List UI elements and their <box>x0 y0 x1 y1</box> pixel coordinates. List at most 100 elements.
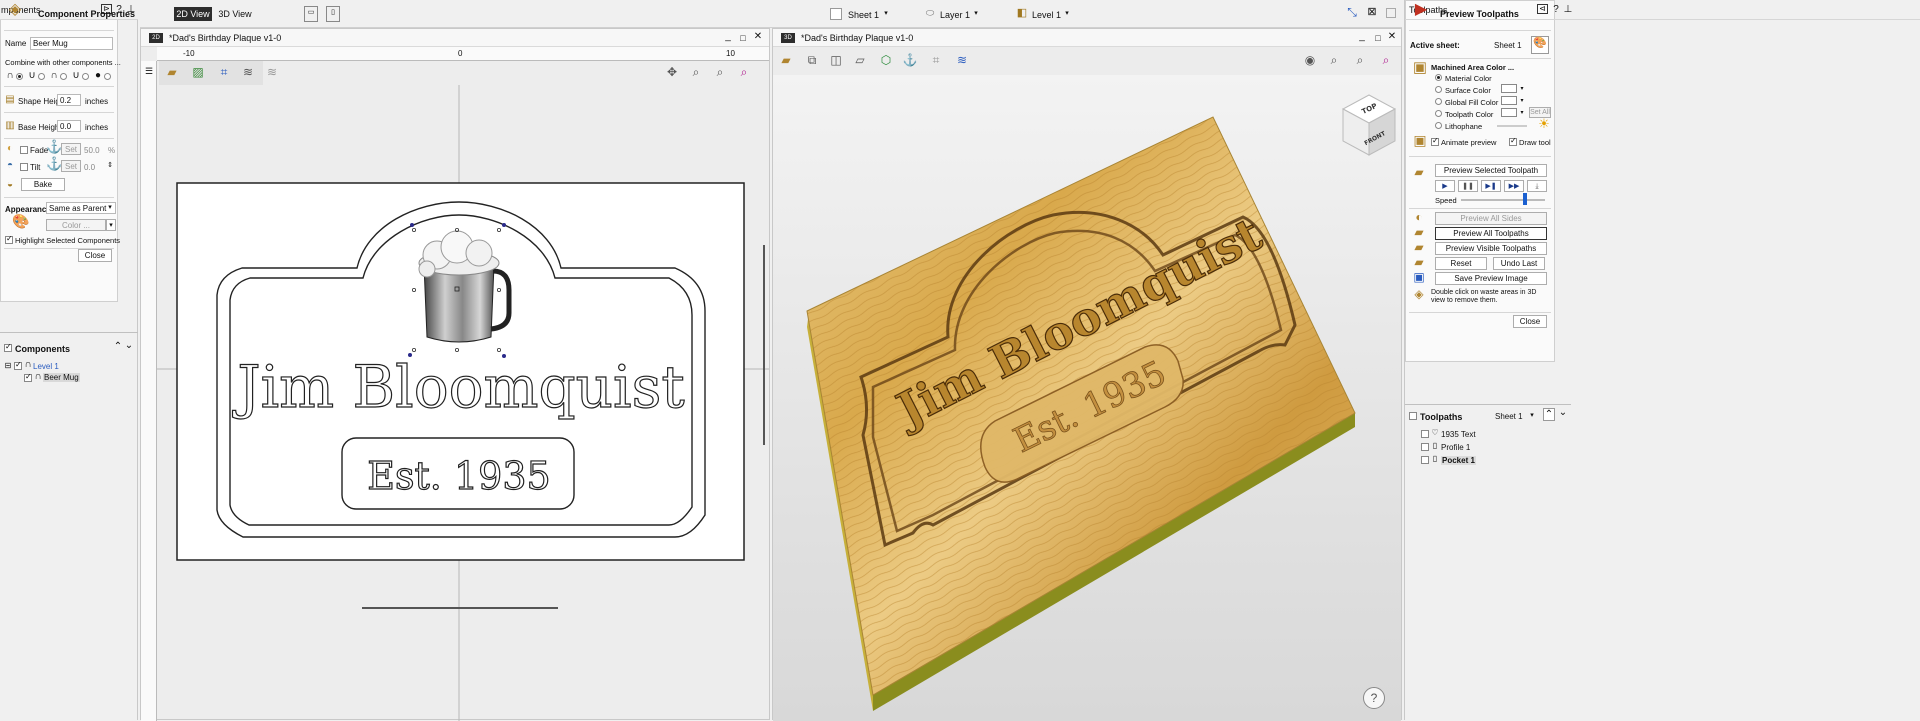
toolbar3d-model-icon[interactable]: ◫ <box>827 51 845 69</box>
undo-last-button[interactable]: Undo Last <box>1493 257 1545 270</box>
color-button[interactable]: Color ... <box>46 219 106 231</box>
fade-anchor-icon[interactable]: ⚓ <box>46 140 62 153</box>
combine-low-icon[interactable]: ∪ <box>71 70 81 82</box>
zoom3d-fit-icon[interactable]: ⌕ <box>1351 51 1369 69</box>
combine-add-radio[interactable] <box>16 73 23 80</box>
tab-3d-view[interactable]: 3D View <box>216 7 254 21</box>
bake-button[interactable]: Bake <box>21 178 65 191</box>
zoom3d-icon[interactable]: ⌕ <box>1325 51 1343 69</box>
toolpath-item-2[interactable]: Profile 1 <box>1441 443 1470 452</box>
level-checkbox[interactable] <box>14 360 22 370</box>
toolpaths-close-button[interactable]: Close <box>1513 315 1547 328</box>
lithophane-radio[interactable] <box>1435 122 1442 129</box>
tilt-set-button[interactable]: Set <box>61 160 81 172</box>
fade-checkbox[interactable] <box>20 146 28 154</box>
toolbar-image-icon[interactable]: ▨ <box>189 63 207 81</box>
speed-slider[interactable] <box>1461 199 1545 201</box>
toolbar3d-shapes-icon[interactable]: ⧉ <box>803 51 821 69</box>
tree-level-1[interactable]: Level 1 <box>33 362 59 371</box>
combine-subtract-icon[interactable]: ∪ <box>27 70 37 82</box>
global-fill-swatch[interactable] <box>1501 96 1517 105</box>
combine-low-radio[interactable] <box>82 73 89 80</box>
view3d-minimize-icon[interactable]: _ <box>1357 31 1367 43</box>
preview-all-sides-button[interactable]: Preview All Sides <box>1435 212 1547 225</box>
lithophane-slider[interactable] <box>1497 125 1527 127</box>
stop-to-end-icon[interactable]: ⤓ <box>1527 180 1547 192</box>
tree-beer-mug[interactable]: Beer Mug <box>43 373 80 382</box>
toolpaths-list-sheet-chevron-icon[interactable]: ▾ <box>1529 410 1535 422</box>
toolbar3d-transform-icon[interactable]: ⌗ <box>927 51 945 69</box>
toolpath-color-radio[interactable] <box>1435 110 1442 117</box>
ruler-corner-icon[interactable]: ☰ <box>143 65 155 77</box>
tilt-spin-icon[interactable]: ⇕ <box>106 160 114 172</box>
zoom-icon[interactable]: ⌕ <box>687 63 705 81</box>
help-button[interactable]: ? <box>1363 687 1385 709</box>
view3d-close-icon[interactable]: ✕ <box>1387 31 1397 43</box>
grid-off-icon[interactable]: ⊠ <box>1365 6 1379 20</box>
toolpath-item-3[interactable]: Pocket 1 <box>1441 456 1476 465</box>
render-canvas[interactable]: Jim Bloomquist Est. 1935 <box>773 75 1401 721</box>
toolbar-toolpath2-icon[interactable]: ≋ <box>263 63 281 81</box>
toolbar-material-icon[interactable]: ▰ <box>163 63 181 81</box>
view2d-close-icon[interactable]: ✕ <box>753 31 763 43</box>
layout-side-icon[interactable]: ▯ <box>326 6 340 22</box>
fast-forward-icon[interactable]: ▶▶ <box>1504 180 1524 192</box>
combine-multiply-radio[interactable] <box>104 73 111 80</box>
toolpath-color-swatch[interactable] <box>1501 108 1517 117</box>
global-fill-radio[interactable] <box>1435 98 1442 105</box>
drawing-canvas[interactable]: Jim Bloomquist Est. 1935 <box>157 85 769 721</box>
color-chevron-icon[interactable]: ▾ <box>106 219 116 231</box>
combine-subtract-radio[interactable] <box>38 73 45 80</box>
preview-all-button[interactable]: Preview All Toolpaths <box>1435 227 1547 240</box>
view2d-maximize-icon[interactable]: □ <box>738 32 748 44</box>
fade-set-button[interactable]: Set <box>61 143 81 155</box>
shape-height-input[interactable]: 0.2 <box>57 94 81 106</box>
speed-slider-thumb[interactable] <box>1522 193 1527 205</box>
save-preview-image-button[interactable]: Save Preview Image <box>1435 272 1547 285</box>
toolbar3d-plane-icon[interactable]: ▱ <box>851 51 869 69</box>
toolpath-item-3-checkbox[interactable] <box>1421 456 1429 464</box>
beer-mug-checkbox[interactable] <box>24 372 32 382</box>
sheet-palette-icon[interactable]: 🎨 <box>1531 36 1549 54</box>
toolpath-item-1[interactable]: 1935 Text <box>1441 430 1476 439</box>
toolpath-item-1-checkbox[interactable] <box>1421 430 1429 438</box>
toolbar-transform-icon[interactable]: ⌗ <box>215 63 233 81</box>
step-icon[interactable]: ▶❚ <box>1481 180 1501 192</box>
toolpath-color-chevron-icon[interactable]: ▾ <box>1519 107 1525 119</box>
view-cube[interactable]: TOP FRONT <box>1341 93 1397 159</box>
toolpaths-help-icon[interactable]: ? <box>1551 4 1561 16</box>
view3d-maximize-icon[interactable]: □ <box>1373 32 1383 44</box>
shading-icon[interactable]: ◉ <box>1301 51 1319 69</box>
toolpaths-dock-icon[interactable]: ⊲ <box>1537 4 1548 14</box>
view2d-minimize-icon[interactable]: _ <box>723 31 733 43</box>
tilt-anchor-icon[interactable]: ⚓ <box>46 157 62 170</box>
highlight-checkbox[interactable] <box>5 234 13 244</box>
preview-selected-button[interactable]: Preview Selected Toolpath <box>1435 164 1547 177</box>
reset-preview-button[interactable]: Reset Preview <box>1435 257 1487 280</box>
toolpath-item-2-checkbox[interactable] <box>1421 443 1429 451</box>
sheet-select[interactable]: Sheet 1 <box>848 10 879 20</box>
toolbar3d-anchor-icon[interactable]: ⚓ <box>901 51 919 69</box>
layer-select[interactable]: Layer 1 <box>940 10 970 20</box>
global-fill-chevron-icon[interactable]: ▾ <box>1519 95 1525 107</box>
combine-multiply-icon[interactable]: ● <box>93 70 103 82</box>
play-icon[interactable]: ▶ <box>1435 180 1455 192</box>
toolpaths-down-icon[interactable]: ⌄ <box>1557 407 1569 419</box>
combine-merge-icon[interactable]: ∩ <box>49 70 59 82</box>
layout-split-icon[interactable]: ▭ <box>304 6 318 22</box>
name-input[interactable]: Beer Mug <box>30 37 113 50</box>
animate-preview-checkbox[interactable] <box>1431 136 1439 146</box>
toolpaths-list-checkbox[interactable] <box>1409 412 1417 420</box>
draw-tool-checkbox[interactable] <box>1509 136 1517 146</box>
components-close-button[interactable]: Close <box>78 249 112 262</box>
toolpaths-pin-icon[interactable]: ⊥ <box>1563 4 1573 16</box>
tree-up-icon[interactable]: ⌃ <box>113 341 123 353</box>
toolbar-toolpath-icon[interactable]: ≋ <box>239 63 257 81</box>
surface-color-chevron-icon[interactable]: ▾ <box>1519 83 1525 95</box>
tree-down-icon[interactable]: ⌄ <box>124 340 134 352</box>
toolbar3d-material-icon[interactable]: ▰ <box>777 51 795 69</box>
combine-merge-radio[interactable] <box>60 73 67 80</box>
zoom-fit-icon[interactable]: ⌕ <box>711 63 729 81</box>
pan-icon[interactable]: ✥ <box>663 63 681 81</box>
tab-2d-view[interactable]: 2D View <box>174 7 212 21</box>
